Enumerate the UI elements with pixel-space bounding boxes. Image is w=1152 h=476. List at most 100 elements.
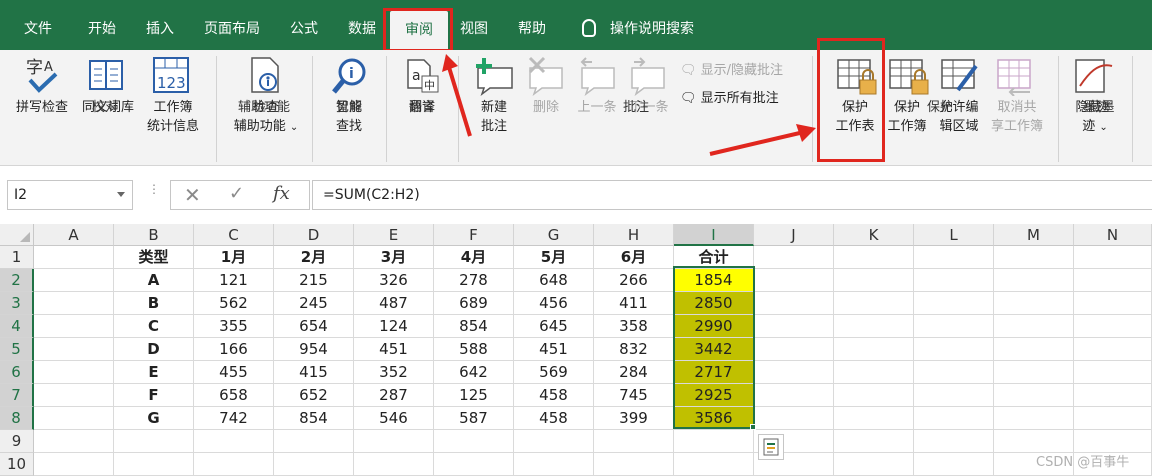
column-header-A[interactable]: A xyxy=(34,224,114,246)
tell-me-search[interactable]: 操作说明搜索 xyxy=(610,12,694,46)
cell-J3[interactable] xyxy=(754,292,834,315)
cell-L4[interactable] xyxy=(914,315,994,338)
cell-M5[interactable] xyxy=(994,338,1074,361)
cell-J5[interactable] xyxy=(754,338,834,361)
cell-A2[interactable] xyxy=(34,269,114,292)
cell-D6[interactable]: 415 xyxy=(274,361,354,384)
drag-handle-icon[interactable]: ⋮ xyxy=(148,183,160,195)
tab-view[interactable]: 视图 xyxy=(452,12,496,46)
cell-H1[interactable]: 6月 xyxy=(594,246,674,269)
cell-N2[interactable] xyxy=(1074,269,1152,292)
cell-J4[interactable] xyxy=(754,315,834,338)
cell-F1[interactable]: 4月 xyxy=(434,246,514,269)
column-header-N[interactable]: N xyxy=(1074,224,1152,246)
cell-L9[interactable] xyxy=(914,430,994,453)
row-header-9[interactable]: 9 xyxy=(0,430,34,453)
cell-A1[interactable] xyxy=(34,246,114,269)
cell-H4[interactable]: 358 xyxy=(594,315,674,338)
tab-data[interactable]: 数据 xyxy=(340,12,384,46)
cell-K4[interactable] xyxy=(834,315,914,338)
cell-J7[interactable] xyxy=(754,384,834,407)
column-header-E[interactable]: E xyxy=(354,224,434,246)
cell-E8[interactable]: 546 xyxy=(354,407,434,430)
cell-K1[interactable] xyxy=(834,246,914,269)
column-header-M[interactable]: M xyxy=(994,224,1074,246)
cell-G7[interactable]: 458 xyxy=(514,384,594,407)
cell-I10[interactable] xyxy=(674,453,754,476)
cell-D10[interactable] xyxy=(274,453,354,476)
cell-C7[interactable]: 658 xyxy=(194,384,274,407)
cell-K2[interactable] xyxy=(834,269,914,292)
column-header-C[interactable]: C xyxy=(194,224,274,246)
cell-N6[interactable] xyxy=(1074,361,1152,384)
cell-E6[interactable]: 352 xyxy=(354,361,434,384)
cell-C4[interactable]: 355 xyxy=(194,315,274,338)
cell-B7[interactable]: F xyxy=(114,384,194,407)
cell-L6[interactable] xyxy=(914,361,994,384)
enter-icon[interactable]: ✓ xyxy=(229,183,244,204)
cell-L10[interactable] xyxy=(914,453,994,476)
cell-F9[interactable] xyxy=(434,430,514,453)
cell-A6[interactable] xyxy=(34,361,114,384)
cell-E4[interactable]: 124 xyxy=(354,315,434,338)
cell-D3[interactable]: 245 xyxy=(274,292,354,315)
cell-H3[interactable]: 411 xyxy=(594,292,674,315)
cell-G3[interactable]: 456 xyxy=(514,292,594,315)
cell-F6[interactable]: 642 xyxy=(434,361,514,384)
cell-C6[interactable]: 455 xyxy=(194,361,274,384)
cell-M9[interactable] xyxy=(994,430,1074,453)
column-header-K[interactable]: K xyxy=(834,224,914,246)
cell-A3[interactable] xyxy=(34,292,114,315)
cell-A9[interactable] xyxy=(34,430,114,453)
cell-G5[interactable]: 451 xyxy=(514,338,594,361)
cell-F10[interactable] xyxy=(434,453,514,476)
cell-H5[interactable]: 832 xyxy=(594,338,674,361)
cell-G4[interactable]: 645 xyxy=(514,315,594,338)
cell-F3[interactable]: 689 xyxy=(434,292,514,315)
cell-K7[interactable] xyxy=(834,384,914,407)
column-header-H[interactable]: H xyxy=(594,224,674,246)
cell-E2[interactable]: 326 xyxy=(354,269,434,292)
cell-M4[interactable] xyxy=(994,315,1074,338)
cell-C2[interactable]: 121 xyxy=(194,269,274,292)
row-header-10[interactable]: 10 xyxy=(0,453,34,476)
cell-N5[interactable] xyxy=(1074,338,1152,361)
row-header-5[interactable]: 5 xyxy=(0,338,34,361)
quick-analysis-button[interactable] xyxy=(758,434,784,460)
cell-N3[interactable] xyxy=(1074,292,1152,315)
cell-N7[interactable] xyxy=(1074,384,1152,407)
cell-B4[interactable]: C xyxy=(114,315,194,338)
cell-C1[interactable]: 1月 xyxy=(194,246,274,269)
tab-page-layout[interactable]: 页面布局 xyxy=(196,12,268,46)
cell-J8[interactable] xyxy=(754,407,834,430)
fill-handle[interactable] xyxy=(750,424,756,430)
cell-M6[interactable] xyxy=(994,361,1074,384)
cell-K5[interactable] xyxy=(834,338,914,361)
cell-C3[interactable]: 562 xyxy=(194,292,274,315)
cell-L8[interactable] xyxy=(914,407,994,430)
show-hide-comment-button[interactable]: 🗨 显示/隐藏批注 xyxy=(680,59,783,78)
cell-E3[interactable]: 487 xyxy=(354,292,434,315)
tab-home[interactable]: 开始 xyxy=(80,12,124,46)
column-header-J[interactable]: J xyxy=(754,224,834,246)
cell-J1[interactable] xyxy=(754,246,834,269)
cell-A10[interactable] xyxy=(34,453,114,476)
row-header-8[interactable]: 8 xyxy=(0,407,34,430)
cell-L3[interactable] xyxy=(914,292,994,315)
cell-D1[interactable]: 2月 xyxy=(274,246,354,269)
cell-G10[interactable] xyxy=(514,453,594,476)
cell-L2[interactable] xyxy=(914,269,994,292)
unshare-workbook-button[interactable]: 取消共 享工作簿 xyxy=(986,98,1048,136)
cell-G2[interactable]: 648 xyxy=(514,269,594,292)
tab-help[interactable]: 帮助 xyxy=(508,12,556,46)
cell-J2[interactable] xyxy=(754,269,834,292)
cell-K10[interactable] xyxy=(834,453,914,476)
cell-L7[interactable] xyxy=(914,384,994,407)
row-header-7[interactable]: 7 xyxy=(0,384,34,407)
cell-F8[interactable]: 587 xyxy=(434,407,514,430)
row-header-3[interactable]: 3 xyxy=(0,292,34,315)
tab-insert[interactable]: 插入 xyxy=(138,12,182,46)
cell-G6[interactable]: 569 xyxy=(514,361,594,384)
name-box-dropdown-icon[interactable] xyxy=(117,192,125,197)
cell-F7[interactable]: 125 xyxy=(434,384,514,407)
